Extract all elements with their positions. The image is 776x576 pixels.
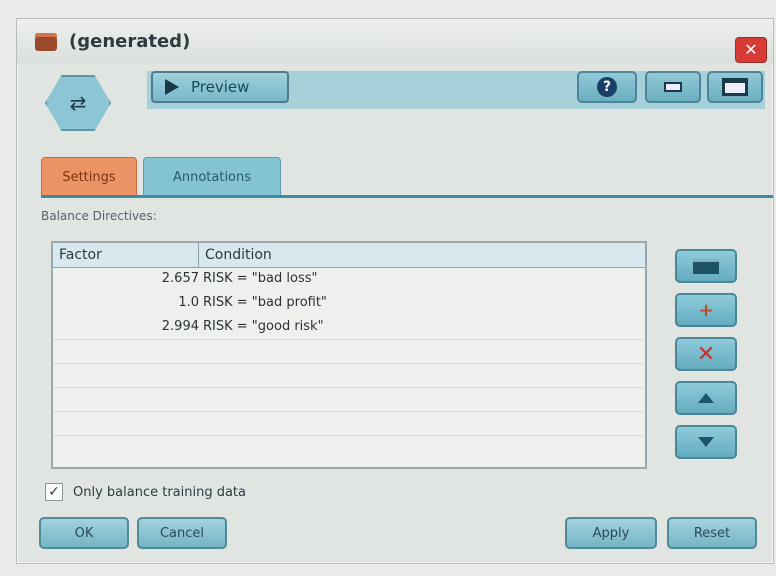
tab-annotations[interactable]: Annotations xyxy=(143,157,281,197)
minimize-button[interactable] xyxy=(645,71,701,103)
condition-cell: RISK = "bad profit" xyxy=(203,295,327,310)
minimize-icon xyxy=(664,82,682,92)
help-button[interactable]: ? xyxy=(577,71,637,103)
arrow-up-icon xyxy=(698,393,714,403)
apply-button[interactable]: Apply xyxy=(565,517,657,549)
table-row[interactable]: 2.994 RISK = "good risk" xyxy=(53,315,645,339)
close-icon: ✕ xyxy=(744,40,758,59)
window-title: (generated) xyxy=(69,31,191,52)
preview-label: Preview xyxy=(191,78,250,96)
delete-directive-button[interactable]: ✕ xyxy=(675,337,737,371)
close-button[interactable]: ✕ xyxy=(735,37,767,63)
help-icon: ? xyxy=(597,77,617,97)
row-divider xyxy=(53,411,645,412)
add-directive-button[interactable]: + xyxy=(675,293,737,327)
factor-cell: 1.0 xyxy=(178,295,199,310)
training-data-checkbox[interactable]: ✓ xyxy=(45,483,63,501)
section-label: Balance Directives: xyxy=(41,209,157,223)
row-divider xyxy=(53,387,645,388)
app-icon xyxy=(35,33,57,51)
arrow-down-icon xyxy=(698,437,714,447)
maximize-button[interactable] xyxy=(707,71,763,103)
factor-cell: 2.657 xyxy=(161,271,199,286)
delete-icon: ✕ xyxy=(696,341,716,367)
add-icon: + xyxy=(698,299,714,321)
preview-button[interactable]: Preview xyxy=(151,71,289,103)
training-data-checkbox-row[interactable]: ✓ Only balance training data xyxy=(45,483,246,501)
table-icon xyxy=(693,258,719,274)
dialog-window: (generated) ✕ ⇄ Preview ? Settings Annot… xyxy=(16,18,774,564)
cancel-button[interactable]: Cancel xyxy=(137,517,227,549)
condition-cell: RISK = "bad loss" xyxy=(203,271,318,286)
maximize-icon xyxy=(722,78,748,96)
balance-directives-table[interactable]: Factor Condition 2.657 RISK = "bad loss"… xyxy=(51,241,647,469)
play-icon xyxy=(165,79,179,95)
factor-cell: 2.994 xyxy=(161,319,199,334)
tab-settings[interactable]: Settings xyxy=(41,157,137,197)
tab-bar: Settings Annotations xyxy=(41,157,773,199)
edit-table-button[interactable] xyxy=(675,249,737,283)
balance-node-icon: ⇄ xyxy=(45,75,111,131)
move-down-button[interactable] xyxy=(675,425,737,459)
row-divider xyxy=(53,435,645,436)
row-divider xyxy=(53,363,645,364)
move-up-button[interactable] xyxy=(675,381,737,415)
ok-button[interactable]: OK xyxy=(39,517,129,549)
checkbox-label: Only balance training data xyxy=(73,484,246,500)
condition-cell: RISK = "good risk" xyxy=(203,319,324,334)
table-row[interactable]: 1.0 RISK = "bad profit" xyxy=(53,291,645,315)
column-header-condition[interactable]: Condition xyxy=(199,243,645,267)
table-header: Factor Condition xyxy=(53,243,645,268)
reset-button[interactable]: Reset xyxy=(667,517,757,549)
row-divider xyxy=(53,339,645,340)
toolbar: ⇄ Preview ? xyxy=(17,63,773,133)
title-bar[interactable]: (generated) ✕ xyxy=(17,19,773,63)
column-header-factor[interactable]: Factor xyxy=(53,243,199,267)
tab-divider xyxy=(41,195,773,198)
table-row[interactable]: 2.657 RISK = "bad loss" xyxy=(53,267,645,291)
